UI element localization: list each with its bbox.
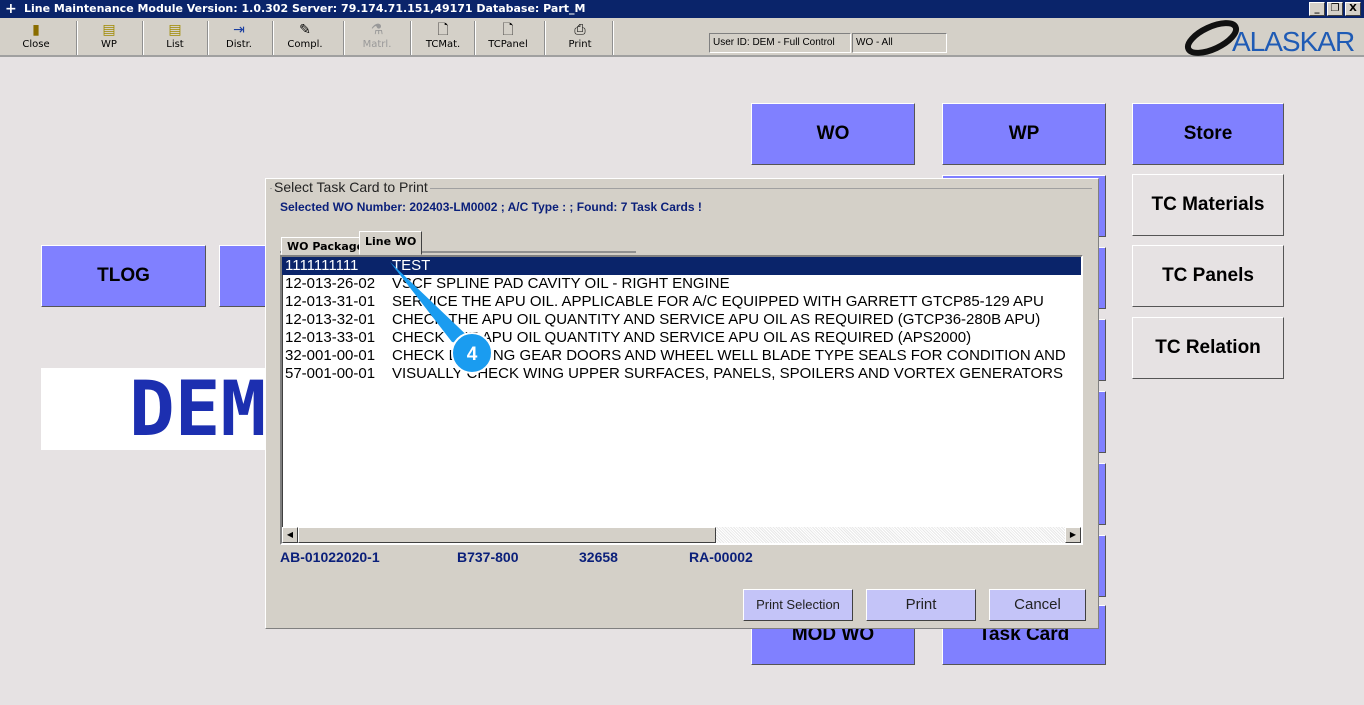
document-icon: 🗋 (502, 22, 514, 38)
tcmat-button[interactable]: 🗋 TCMat. (418, 21, 468, 55)
task-code: 1111111111 (285, 257, 359, 274)
list-label: List (166, 39, 184, 50)
selection-info: Selected WO Number: 202403-LM0002 ; A/C … (280, 200, 702, 214)
list-item[interactable]: 32-001-00-01 CHECK LANDING GEAR DOORS AND… (282, 347, 1081, 365)
detail-package: AB-01022020-1 (280, 549, 380, 565)
list-doc-icon: ▤ (168, 22, 182, 38)
distr-label: Distr. (226, 39, 252, 50)
detail-registration: RA-00002 (689, 549, 753, 565)
cancel-button[interactable]: Cancel (989, 589, 1086, 621)
flask-icon: ⚗ (370, 22, 384, 38)
store-button[interactable]: Store (1132, 103, 1284, 165)
minimize-button[interactable]: _ (1309, 2, 1325, 16)
detail-ac-type: B737-800 (457, 549, 519, 565)
list-item[interactable]: 12-013-26-02 VSCF SPLINE PAD CAVITY OIL -… (282, 275, 1081, 293)
task-code: 12-013-26-02 (285, 275, 376, 292)
user-status: User ID: DEM - Full Control (709, 33, 851, 53)
task-card-list[interactable]: 1111111111 TEST 12-013-26-02 VSCF SPLINE PA… (280, 255, 1083, 545)
tcpanel-button[interactable]: 🗋 TCPanel (480, 21, 536, 55)
wo-status: WO - All (852, 33, 947, 53)
wp-main-button[interactable]: WP (942, 103, 1106, 165)
printer-doc-icon: ▤ (102, 22, 116, 38)
toolbar: ▮ Close ▤ WP ▤ List ⇥ Distr. ✎ Compl. ⚗ Matrl.… (0, 18, 1364, 57)
app-icon: + (5, 1, 17, 17)
task-description: CHECK THE APU OIL QUANTITY AND SERVICE A… (392, 329, 972, 346)
tab-wo-package[interactable]: WO Package (281, 237, 371, 255)
tab-line-wo[interactable]: Line WO (359, 231, 423, 255)
task-description: CHECK LANDING GEAR DOORS AND WHEEL WELL … (392, 347, 1066, 364)
scroll-left-icon[interactable]: ◀ (282, 527, 298, 543)
list-item[interactable]: 57-001-00-01 VISUALLY CHECK WING UPPER SU… (282, 365, 1081, 383)
wp-label: WP (101, 39, 117, 50)
print-button[interactable]: Print (866, 589, 976, 621)
task-description: VSCF SPLINE PAD CAVITY OIL - RIGHT ENGIN… (392, 275, 730, 292)
title-bar: + Line Maintenance Module Version: 1.0.3… (0, 0, 1364, 18)
matrl-label: Matrl. (362, 39, 392, 50)
task-code: 12-013-33-01 (285, 329, 376, 346)
tc-panels-button[interactable]: TC Panels (1132, 245, 1284, 307)
alaskar-logo: ALASKAR (1180, 20, 1360, 57)
close-window-button[interactable]: X (1345, 2, 1361, 16)
distr-button[interactable]: ⇥ Distr. (214, 21, 264, 55)
scroll-right-icon[interactable]: ▶ (1065, 527, 1081, 543)
task-description: SERVICE THE APU OIL. APPLICABLE FOR A/C … (392, 293, 1044, 310)
wo-button[interactable]: WO (751, 103, 915, 165)
close-label: Close (22, 39, 50, 50)
task-description: VISUALLY CHECK WING UPPER SURFACES, PANE… (392, 365, 1064, 382)
compl-button[interactable]: ✎ Compl. (280, 21, 330, 55)
list-item[interactable]: 12-013-31-01 SERVICE THE APU OIL. APPLICA… (282, 293, 1081, 311)
tcpanel-label: TCPanel (488, 39, 528, 50)
wp-button[interactable]: ▤ WP (84, 21, 134, 55)
close-button[interactable]: ▮ Close (10, 21, 62, 55)
tlog-button[interactable]: TLOG (41, 245, 206, 307)
task-code: 57-001-00-01 (285, 365, 376, 382)
list-button[interactable]: ▤ List (150, 21, 200, 55)
restore-button[interactable]: ❐ (1327, 2, 1343, 16)
list-item[interactable]: 12-013-33-01 CHECK THE APU OIL QUANTITY A… (282, 329, 1081, 347)
task-description: CHECK THE APU OIL QUANTITY AND SERVICE A… (392, 311, 1041, 328)
distribute-icon: ⇥ (233, 22, 245, 38)
door-exit-icon: ▮ (32, 22, 40, 38)
print-dialog: Select Task Card to Print Selected WO Nu… (265, 178, 1099, 629)
dem-banner: DEM (41, 368, 271, 450)
window-title: Line Maintenance Module Version: 1.0.302… (24, 2, 586, 15)
task-description: TEST (392, 257, 431, 274)
task-code: 32-001-00-01 (285, 347, 376, 364)
logo-ring-icon (1184, 20, 1240, 56)
complete-icon: ✎ (299, 22, 311, 38)
printer-icon: ⎙ (574, 22, 586, 38)
list-item[interactable]: 1111111111 TEST (282, 257, 1081, 275)
logo-text: ALASKAR (1232, 26, 1355, 57)
horizontal-scrollbar[interactable]: ◀ ▶ (282, 527, 1081, 543)
print-label: Print (568, 39, 592, 50)
task-code: 12-013-32-01 (285, 311, 376, 328)
list-item[interactable]: 12-013-32-01 CHECK THE APU OIL QUANTITY A… (282, 311, 1081, 329)
detail-number: 32658 (579, 549, 618, 565)
compl-label: Compl. (287, 39, 323, 50)
print-toolbar-button[interactable]: ⎙ Print (555, 21, 605, 55)
task-code: 12-013-31-01 (285, 293, 376, 310)
document-icon: 🗋 (437, 22, 449, 38)
print-selection-button[interactable]: Print Selection (743, 589, 853, 621)
scroll-thumb[interactable] (298, 527, 716, 543)
tc-relation-button[interactable]: TC Relation (1132, 317, 1284, 379)
dialog-title: Select Task Card to Print (272, 179, 430, 195)
matrl-button[interactable]: ⚗ Matrl. (352, 21, 402, 55)
tc-materials-button[interactable]: TC Materials (1132, 174, 1284, 236)
tcmat-label: TCMat. (425, 39, 461, 50)
